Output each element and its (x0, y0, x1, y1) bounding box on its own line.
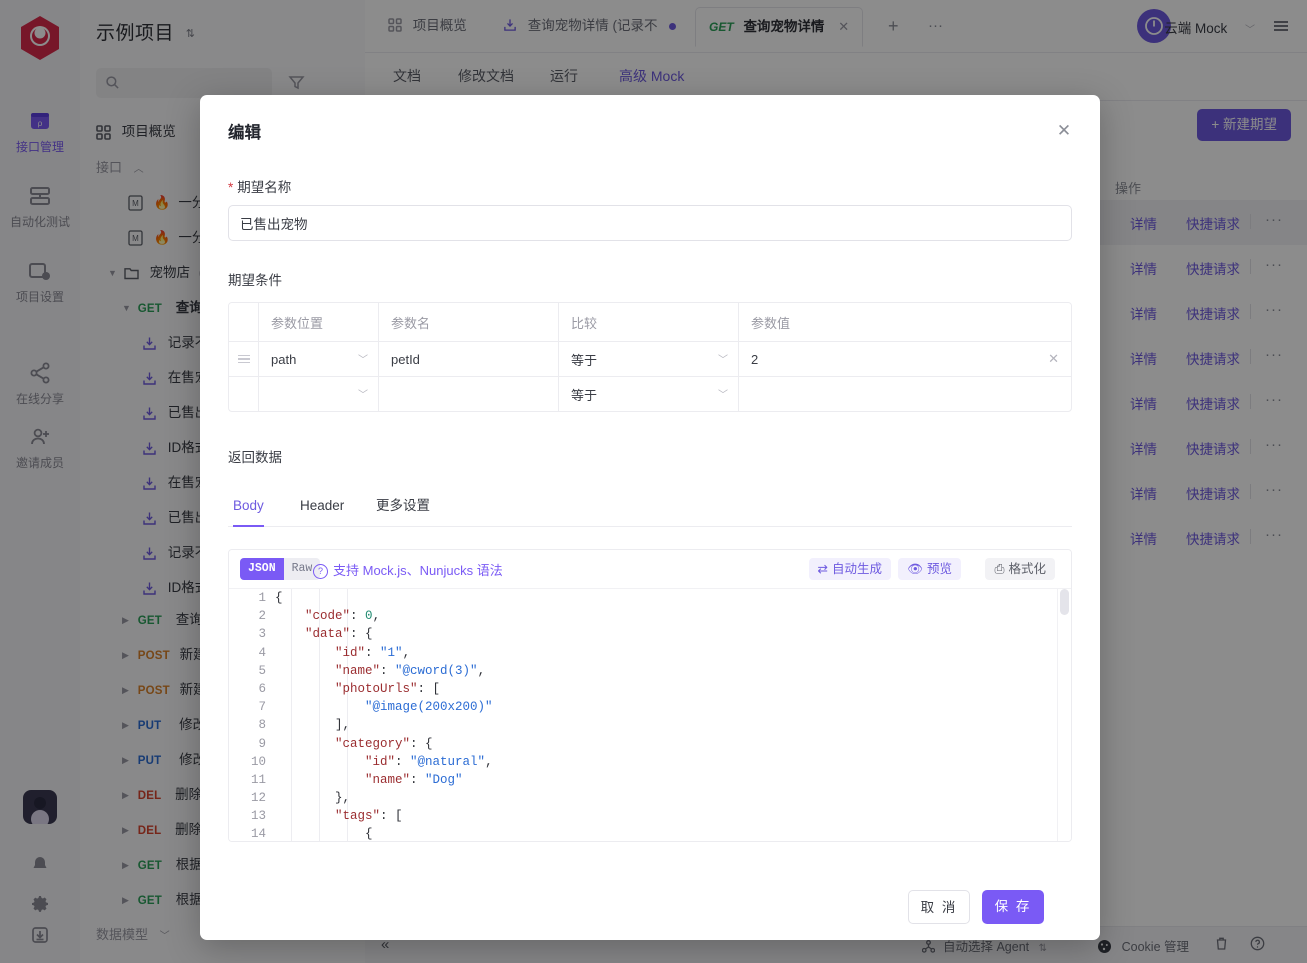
chevron-down-icon: ﹀ (718, 355, 728, 366)
cancel-button[interactable]: 取 消 (908, 890, 970, 924)
col-compare: 比较 (559, 303, 739, 341)
json-code-editor[interactable]: 1 2 3 4 5 6 7 8 9 10 11 12 13 14 { "code": 0, "data":… (229, 589, 1071, 841)
conditions-label: 期望条件 (228, 273, 282, 288)
editor-scrollbar[interactable] (1057, 589, 1071, 841)
refresh-icon: ⇄ (817, 562, 828, 576)
response-tab-bar: Body Header 更多设置 (228, 488, 1072, 527)
auto-generate-button[interactable]: ⇄ 自动生成 (808, 558, 891, 580)
eye-icon: 👁 (907, 562, 923, 576)
save-button[interactable]: 保 存 (982, 890, 1044, 924)
response-body-editor: JSON Raw ? 支持 Mock.js、Nunjucks 语法 ⇄ 自动生成 👁… (228, 549, 1072, 842)
col-param-name: 参数名 (379, 303, 559, 341)
format-icon: ⎙ (994, 562, 1005, 576)
expectation-name-group: * 期望名称 (228, 176, 1072, 241)
chevron-down-icon: ﹀ (358, 355, 368, 366)
param-name-input[interactable]: petId (379, 342, 559, 376)
param-value-input[interactable] (739, 377, 1071, 411)
condition-row[interactable]: path ﹀ petId 等于 ﹀ 2 ✕ (229, 342, 1071, 377)
editor-toolbar: JSON Raw ? 支持 Mock.js、Nunjucks 语法 ⇄ 自动生成 👁… (229, 550, 1071, 589)
expectation-name-label: * 期望名称 (228, 180, 292, 195)
format-json-option[interactable]: JSON (240, 558, 284, 580)
tab-more-settings[interactable]: 更多设置 (376, 488, 430, 525)
edit-expectation-dialog: 编辑 ✕ *期望名称 期望条件 参数位置 参数名 比较 参数值 (200, 95, 1100, 940)
help-icon: ? (313, 564, 328, 579)
scrollbar-thumb[interactable] (1060, 589, 1069, 615)
col-param-location: 参数位置 (259, 303, 379, 341)
param-location-select[interactable]: path ﹀ (259, 342, 379, 376)
drag-handle[interactable] (229, 342, 259, 376)
dialog-footer: 取 消 保 存 (200, 876, 1100, 940)
line-number-gutter: 1 2 3 4 5 6 7 8 9 10 11 12 13 14 (229, 589, 275, 841)
drag-handle-icon (237, 354, 250, 364)
response-label: 返回数据 (228, 450, 282, 465)
param-location-select[interactable]: ﹀ (259, 377, 379, 411)
remove-condition-icon[interactable]: ✕ (1048, 352, 1059, 366)
compare-select[interactable]: 等于 ﹀ (559, 342, 739, 376)
format-button[interactable]: ⎙ 格式化 (985, 558, 1055, 580)
conditions-table: 参数位置 参数名 比较 参数值 path ﹀ petId 等于 ﹀ 2 ✕ ﹀ … (228, 302, 1072, 412)
preview-button[interactable]: 👁 预览 (898, 558, 961, 580)
chevron-down-icon: ﹀ (718, 390, 728, 401)
col-param-value: 参数值 (751, 315, 791, 331)
expectation-conditions-group: 期望条件 参数位置 参数名 比较 参数值 path ﹀ petId 等于 ﹀ 2… (228, 269, 1072, 412)
dialog-body: *期望名称 期望条件 参数位置 参数名 比较 参数值 path ﹀ (200, 151, 1100, 876)
expectation-name-input[interactable] (228, 205, 1072, 241)
code-text-area[interactable]: { "code": 0, "data": { "id": "1", "name"… (275, 589, 1057, 841)
conditions-table-header: 参数位置 参数名 比较 参数值 (229, 303, 1071, 342)
close-icon[interactable]: ✕ (1052, 119, 1076, 143)
dialog-title: 编辑 (228, 124, 261, 142)
response-data-group: 返回数据 Body Header 更多设置 JSON Raw ? 支持 Mock.… (228, 446, 1072, 842)
tab-header[interactable]: Header (300, 488, 344, 525)
param-value-input[interactable]: 2 ✕ (739, 342, 1071, 376)
mock-syntax-hint[interactable]: ? 支持 Mock.js、Nunjucks 语法 (313, 560, 503, 579)
compare-select[interactable]: 等于 ﹀ (559, 377, 739, 411)
param-name-input[interactable] (379, 377, 559, 411)
format-toggle[interactable]: JSON Raw (240, 558, 321, 580)
condition-row-empty[interactable]: ﹀ 等于 ﹀ (229, 377, 1071, 411)
required-marker: * (228, 180, 234, 195)
chevron-down-icon: ﹀ (358, 390, 368, 401)
tab-body[interactable]: Body (233, 488, 264, 527)
